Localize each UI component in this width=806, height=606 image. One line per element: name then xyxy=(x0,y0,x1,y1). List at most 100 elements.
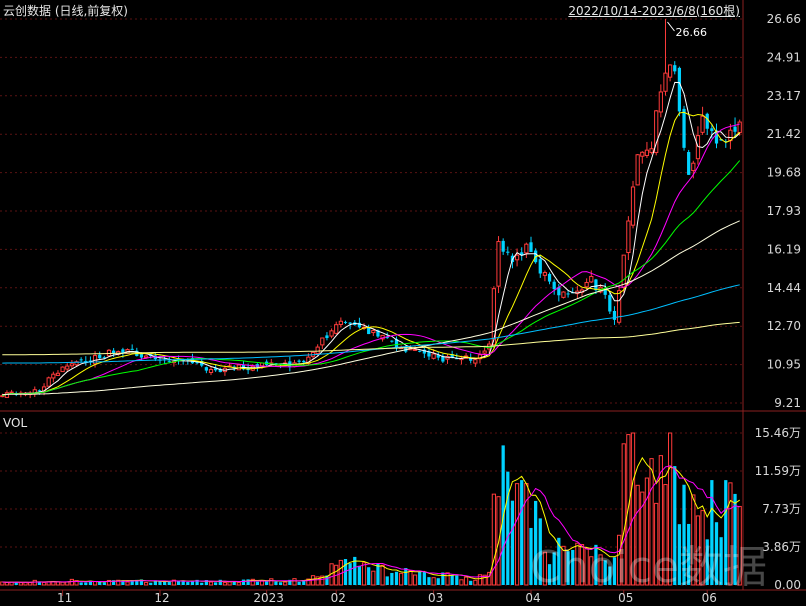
candle-body-up xyxy=(0,395,5,398)
time-tick-label: 11 xyxy=(57,591,72,605)
candle-body-up xyxy=(473,359,478,364)
volume-bar-down xyxy=(274,581,278,585)
price-tick-label: 14.44 xyxy=(767,281,801,295)
candle-body-down xyxy=(547,273,552,282)
candle-body-up xyxy=(737,121,742,134)
candle-body-up xyxy=(431,353,436,359)
candle-body-up xyxy=(69,363,75,367)
candle-body-up xyxy=(482,350,487,354)
volume-bar-down xyxy=(469,580,473,585)
volume-bar-up xyxy=(283,581,288,586)
volume-bar-up xyxy=(32,579,37,586)
candle-body-up xyxy=(334,324,339,334)
time-tick-label: 03 xyxy=(428,591,443,605)
candle-body-down xyxy=(501,240,505,252)
volume-bar-down xyxy=(246,579,250,585)
candle-body-up xyxy=(524,243,529,254)
volume-bar-down xyxy=(394,571,399,585)
time-tick-label: 12 xyxy=(154,591,169,605)
candle-body-down xyxy=(529,242,533,252)
price-tick-label: 16.19 xyxy=(767,242,801,256)
volume-bar-up xyxy=(473,579,478,586)
volume-bar-up xyxy=(459,579,464,586)
volume-bar-up xyxy=(412,574,418,586)
candle-body-up xyxy=(412,348,418,351)
candle-body-up xyxy=(60,366,65,373)
volume-bar-up xyxy=(371,570,376,586)
candle-body-down xyxy=(710,128,714,132)
candle-body-up xyxy=(9,391,14,394)
candle-body-up xyxy=(621,254,626,289)
candle-body-down xyxy=(79,359,83,361)
candle-body-down xyxy=(325,335,329,339)
time-tick-label: 04 xyxy=(525,591,540,605)
chart-title: 云创数据 (日线,前复权) xyxy=(3,4,128,18)
volume-tick-label: 15.46万 xyxy=(755,426,801,440)
volume-tick-label: 11.59万 xyxy=(755,464,801,478)
volume-bar-down xyxy=(367,567,371,585)
volume-bar-up xyxy=(463,576,469,586)
volume-bar-up xyxy=(514,483,520,586)
candle-body-up xyxy=(514,254,520,261)
volume-bar-down xyxy=(348,563,352,585)
candle-body-up xyxy=(46,377,51,387)
candle-body-down xyxy=(552,281,556,290)
candle-body-up xyxy=(584,282,589,288)
candle-body-down xyxy=(608,295,612,312)
candle-body-down xyxy=(705,113,709,129)
candle-body-up xyxy=(55,372,61,376)
candle-body-down xyxy=(677,67,682,112)
volume-bar-down xyxy=(422,571,426,585)
stock-chart[interactable]: 26.66 24.91 23.17 21.42 19.68 17.93 16.19 14.44… xyxy=(0,0,806,606)
time-tick-label: 06 xyxy=(702,591,717,605)
volume-bar-up xyxy=(292,578,297,586)
candle-body-down xyxy=(506,251,510,253)
volume-bar-up xyxy=(4,581,10,586)
candle-body-down xyxy=(130,348,134,350)
price-tick-label: 17.93 xyxy=(767,204,801,218)
volume-bar-down xyxy=(506,471,510,585)
candle-body-up xyxy=(649,148,654,153)
volume-bar-down xyxy=(450,575,454,585)
candle-body-up xyxy=(561,291,566,298)
price-tick-label: 23.17 xyxy=(767,89,801,103)
volume-bar-up xyxy=(269,578,274,586)
candle-body-down xyxy=(418,350,422,352)
candle-body-down xyxy=(37,390,42,392)
candle-body-up xyxy=(663,72,668,92)
volume-bar-down xyxy=(218,579,222,585)
candle-body-up xyxy=(626,220,631,254)
volume-bar-up xyxy=(227,581,232,586)
volume-bar-up xyxy=(431,577,436,586)
volume-bar-up xyxy=(28,582,33,586)
candle-body-up xyxy=(635,154,640,186)
volume-bar-down xyxy=(278,582,283,585)
candle-body-down xyxy=(687,152,691,175)
candle-body-down xyxy=(733,126,737,132)
max-price-pointer xyxy=(667,21,675,32)
candle-body-up xyxy=(644,149,650,156)
candle-body-down xyxy=(297,360,301,362)
time-tick-label: 2023 xyxy=(253,591,284,605)
date-range-label[interactable]: 2022/10/14-2023/6/8(160根) xyxy=(568,4,740,18)
candle-body-up xyxy=(691,162,696,172)
volume-tick-label: 3.86万 xyxy=(762,540,801,554)
candle-body-up xyxy=(496,241,501,287)
volume-bar-down xyxy=(376,563,380,585)
volume-bar-down xyxy=(385,576,389,585)
price-tick-label: 10.95 xyxy=(767,358,801,372)
volume-bar-up xyxy=(41,581,47,586)
price-tick-label: 9.21 xyxy=(774,396,801,410)
volume-bar-up xyxy=(18,582,23,586)
candle-body-up xyxy=(371,330,376,334)
volume-bar-up xyxy=(259,580,265,586)
volume-bar-up xyxy=(125,581,130,586)
candle-body-down xyxy=(682,108,686,148)
volume-bar-up xyxy=(408,570,413,586)
price-tick-label: 19.68 xyxy=(767,166,801,180)
volume-bar-down xyxy=(455,575,459,585)
volume-bar-down xyxy=(441,572,445,585)
volume-bar-down xyxy=(214,582,218,585)
volume-bar-down xyxy=(404,568,408,585)
candle-body-up xyxy=(667,64,673,78)
